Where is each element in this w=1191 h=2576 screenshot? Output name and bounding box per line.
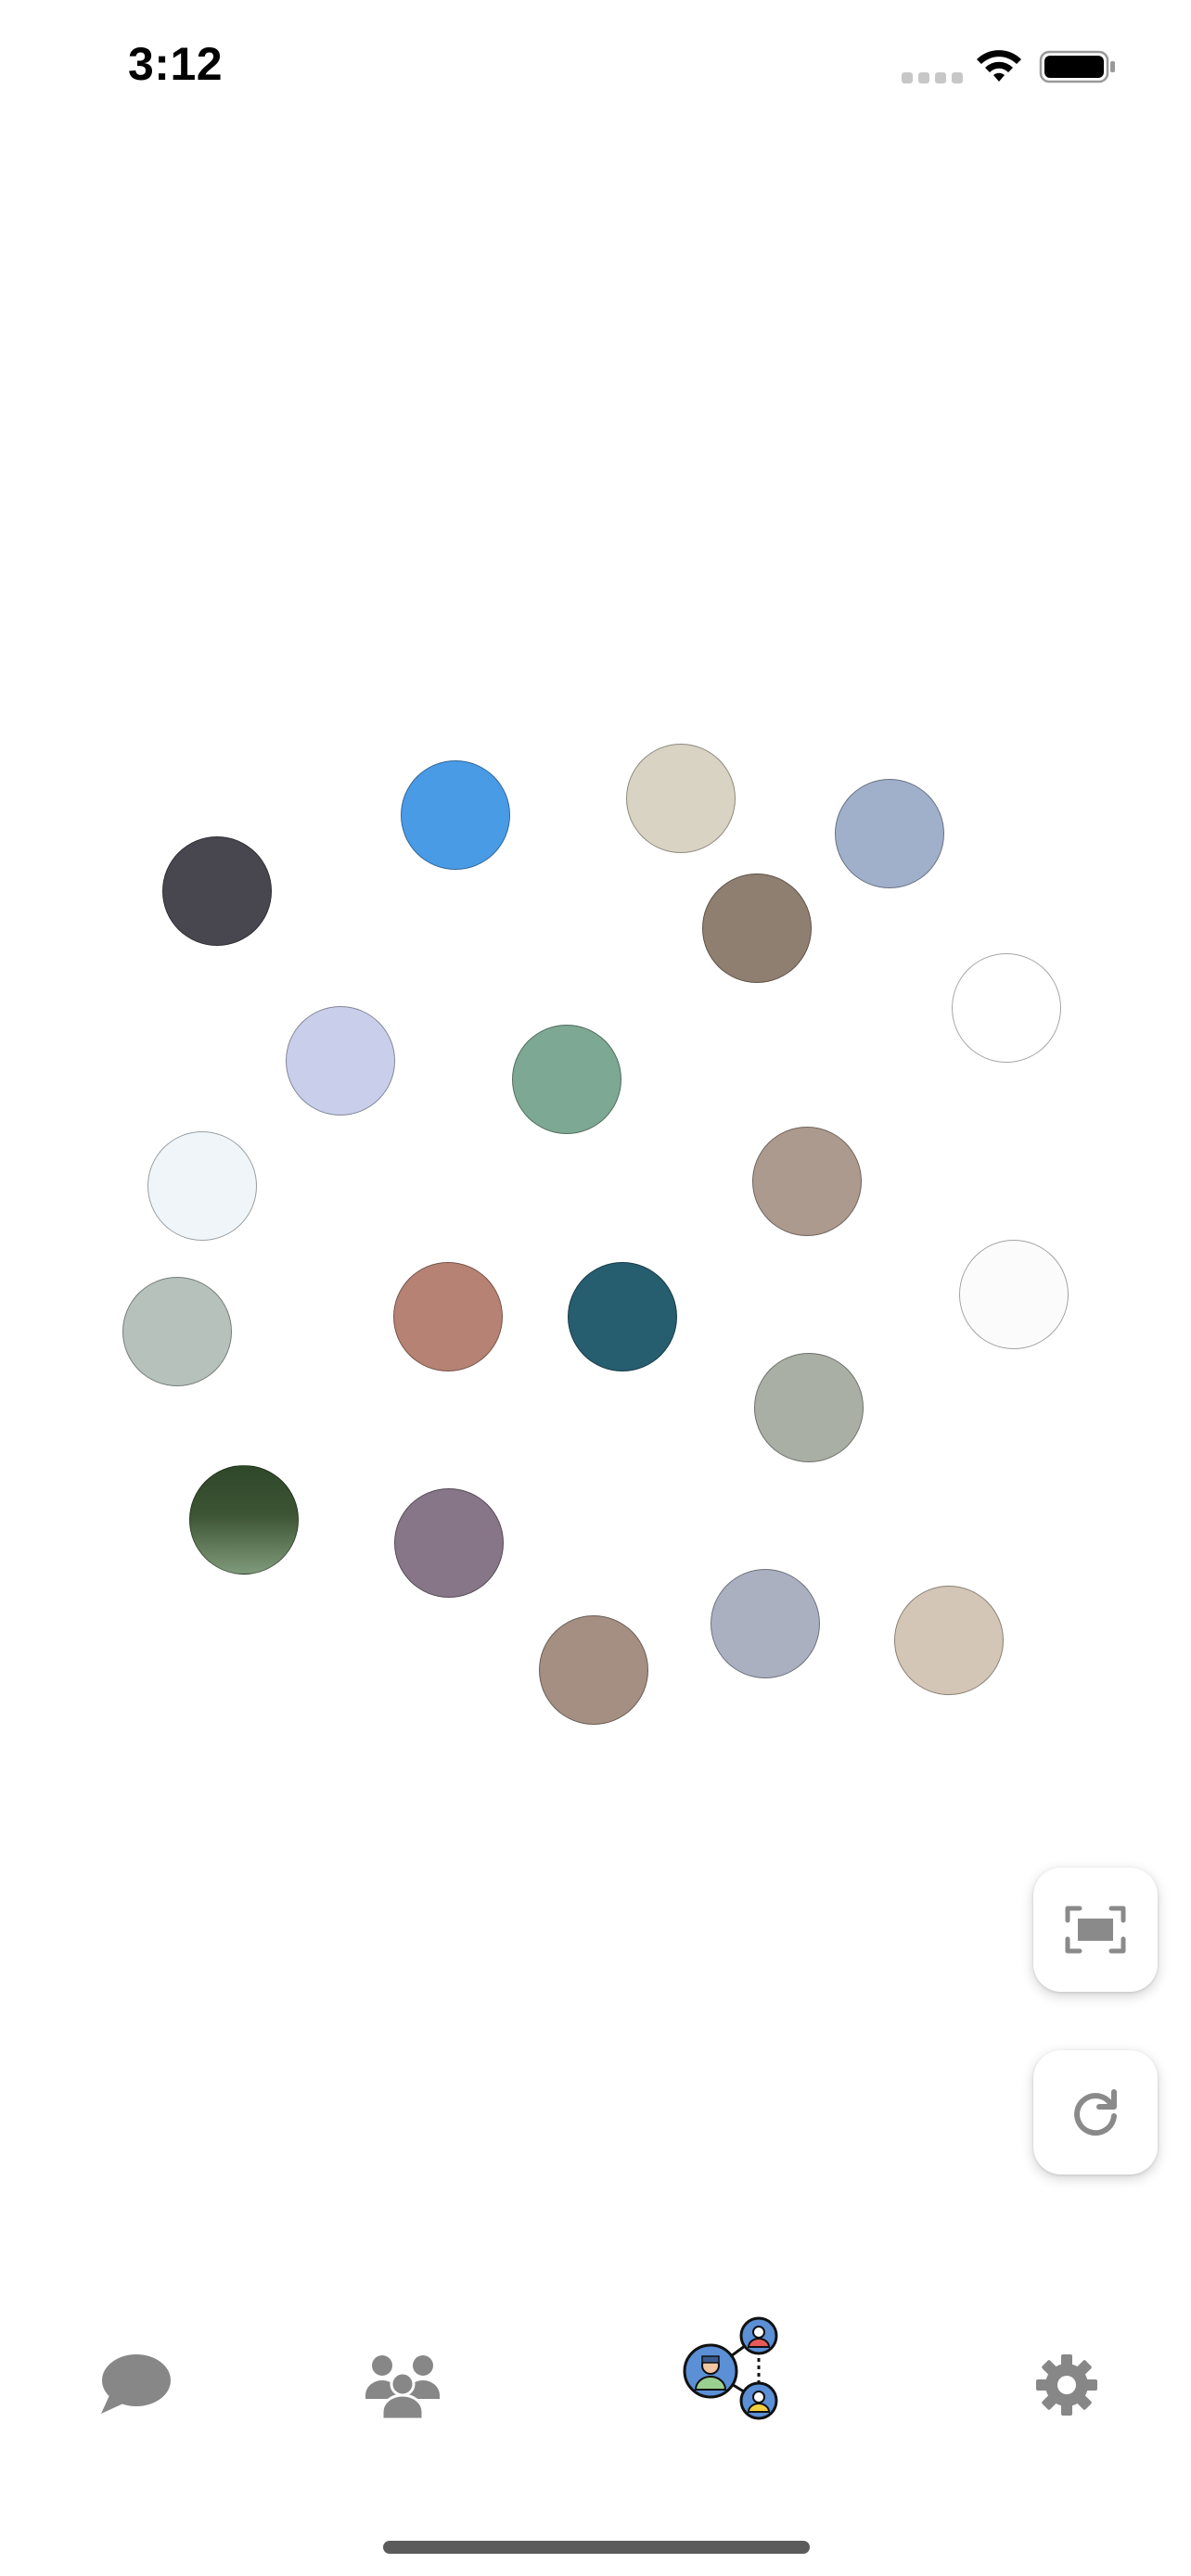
contact-bubble[interactable] bbox=[189, 1465, 299, 1575]
tab-settings[interactable] bbox=[1018, 2337, 1115, 2433]
contact-bubble[interactable] bbox=[147, 1131, 257, 1241]
contact-bubble[interactable] bbox=[512, 1025, 621, 1134]
contact-bubble[interactable] bbox=[754, 1353, 864, 1462]
contact-bubble[interactable] bbox=[959, 1240, 1069, 1349]
contact-bubble[interactable] bbox=[952, 953, 1061, 1063]
fit-view-button[interactable] bbox=[1033, 1868, 1158, 1992]
home-indicator bbox=[383, 2541, 810, 2554]
tab-bar bbox=[0, 2290, 1191, 2476]
network-users-icon bbox=[683, 2316, 778, 2420]
contact-bubble[interactable] bbox=[626, 744, 736, 853]
contact-bubble-cluster bbox=[0, 0, 1191, 2576]
contact-bubble[interactable] bbox=[122, 1277, 232, 1386]
tab-groups[interactable] bbox=[354, 2337, 451, 2433]
contact-bubble[interactable] bbox=[394, 1488, 504, 1598]
fit-to-screen-icon bbox=[1065, 1906, 1126, 1954]
tab-chats[interactable] bbox=[86, 2337, 183, 2433]
contact-bubble[interactable] bbox=[568, 1262, 677, 1371]
contact-bubble[interactable] bbox=[393, 1262, 503, 1371]
gear-icon bbox=[1036, 2354, 1097, 2416]
refresh-icon bbox=[1074, 2089, 1117, 2136]
contact-bubble[interactable] bbox=[539, 1615, 648, 1725]
contact-bubble[interactable] bbox=[286, 1006, 395, 1116]
refresh-button[interactable] bbox=[1033, 2050, 1158, 2174]
contact-bubble[interactable] bbox=[702, 874, 812, 983]
contact-bubble[interactable] bbox=[401, 760, 510, 870]
contact-bubble[interactable] bbox=[752, 1127, 862, 1236]
chat-bubble-icon bbox=[101, 2354, 171, 2414]
tab-network[interactable] bbox=[672, 2309, 793, 2429]
contact-bubble[interactable] bbox=[162, 836, 272, 946]
contact-bubble[interactable] bbox=[835, 779, 944, 888]
people-group-icon bbox=[365, 2355, 440, 2419]
contact-bubble[interactable] bbox=[711, 1569, 820, 1678]
contact-bubble[interactable] bbox=[894, 1586, 1004, 1695]
